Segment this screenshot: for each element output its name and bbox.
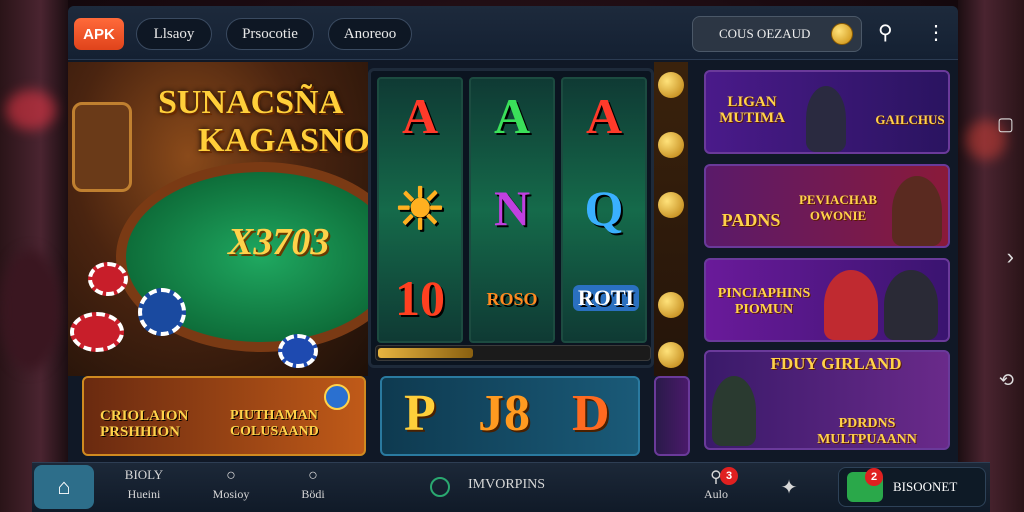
banner-symbol: D	[572, 385, 610, 442]
left-backdrop	[0, 0, 68, 512]
bonus-label: BISOONET	[893, 479, 958, 494]
hero-banner[interactable]: SUNACSÑA KAGASNO X3703	[68, 62, 406, 376]
game-card[interactable]: PADNS PEVIACHAB OWONIE	[704, 164, 950, 248]
chip-icon	[70, 312, 124, 352]
chip-icon	[88, 262, 128, 296]
circle-icon: ○	[226, 467, 236, 484]
bonus-badge: 2	[865, 468, 883, 486]
character-image	[824, 270, 878, 340]
rotate-icon[interactable]: ⟲	[999, 370, 1014, 391]
apk-button[interactable]: APK	[74, 18, 124, 50]
card-subtitle: PEVIACHAB OWONIE	[798, 192, 877, 223]
right-backdrop: ▢ › ⟲	[958, 0, 1024, 512]
reel-symbol: Q	[584, 180, 624, 236]
reel-symbol: A	[585, 88, 623, 144]
more-vert-icon[interactable]: ⋮	[926, 20, 946, 45]
roulette-icon	[72, 102, 132, 192]
nav-item-top: BIOLY	[124, 467, 164, 482]
promo-banner[interactable]: CRIOLAION PRSHHION PIUTHAMAN COLUSAAND	[82, 376, 366, 456]
home-icon[interactable]: ⌂	[34, 465, 94, 509]
coin-stack	[654, 62, 688, 376]
reel-symbol: A	[493, 88, 531, 144]
card-subtitle: PDRDNS MULTPUAANN	[817, 416, 917, 447]
bonus-button[interactable]: 2 BISOONET	[838, 467, 986, 507]
nav-item-label: Aulo	[704, 487, 728, 501]
game-card[interactable]: PINCIAPHINS PIOMUN	[704, 258, 950, 342]
nav-item-label: IMVORPINS	[468, 477, 546, 492]
character-image	[884, 270, 938, 340]
balance-box[interactable]: COUS OEZAUD	[692, 16, 862, 52]
card-title: FDUY GIRLAND	[770, 354, 902, 373]
tab-first[interactable]: Llsaoy	[136, 18, 212, 50]
reel-1: A ☀ 10	[377, 77, 463, 343]
table-number: X3703	[228, 221, 330, 263]
top-bar: APK Llsaoy Prsocotie Anoreoo COUS OEZAUD…	[68, 6, 958, 60]
game-card[interactable]: FDUY GIRLAND PDRDNS MULTPUAANN	[704, 350, 950, 450]
chevron-right-icon[interactable]: ›	[1007, 244, 1014, 270]
banner-subtitle: PIUTHAMAN COLUSAAND	[230, 408, 319, 439]
hero-title-line2: KAGASNO	[198, 122, 370, 159]
card-title: PADNS	[721, 210, 781, 230]
nav-item-second[interactable]: ○ Mosioy	[204, 467, 258, 502]
nav-item-third[interactable]: ○ Bödi	[288, 467, 338, 502]
card-title: PINCIAPHINS PIOMUN	[717, 286, 811, 317]
character-image	[892, 176, 942, 246]
reel-symbol: A	[401, 88, 439, 144]
chip-icon	[138, 288, 186, 336]
circle-icon: ○	[308, 467, 318, 484]
sun-icon: ☀	[394, 177, 446, 242]
hero-title: SUNACSÑA KAGASNO	[158, 84, 370, 160]
app-frame: APK Llsaoy Prsocotie Anoreoo COUS OEZAUD…	[68, 6, 958, 506]
slot-banner[interactable]: P J8 D	[380, 376, 640, 456]
reel-symbol: ROTI	[573, 285, 639, 311]
nav-item-label: Bödi	[301, 487, 325, 501]
search-icon[interactable]: ⚲	[878, 20, 893, 45]
reel-2: A N ROSO	[469, 77, 555, 343]
recent-apps-icon[interactable]: ▢	[997, 114, 1014, 135]
banner-symbol: J8	[478, 385, 530, 442]
game-card[interactable]: LIGAN MUTIMA GAILCHUS	[704, 70, 950, 154]
hero-title-line1: SUNACSÑA	[158, 84, 344, 121]
tab-third[interactable]: Anoreoo	[328, 18, 412, 50]
notification-badge: 3	[720, 467, 738, 485]
character-image	[806, 86, 846, 152]
dice-icon[interactable]: ✦	[774, 475, 804, 500]
reel-symbol: N	[493, 180, 531, 236]
banner-symbol: P	[404, 385, 436, 442]
slot-machine[interactable]: A ☀ 10 A N ROSO A Q ROTI	[368, 68, 654, 368]
nav-item-label: Hueini	[127, 487, 161, 501]
nav-item-label: Mosioy	[212, 487, 250, 501]
promo-banner-partial[interactable]	[654, 376, 690, 456]
coin-icon	[831, 23, 853, 45]
reel-symbol: 10	[395, 270, 445, 326]
slot-progress-fill	[378, 348, 474, 358]
bottom-nav: ⌂ BIOLY Hueini ○ Mosioy ○ Bödi IMVORPINS…	[32, 462, 990, 512]
reel-symbol: ROSO	[486, 289, 538, 309]
chip-icon	[278, 334, 318, 368]
badge-icon	[324, 384, 350, 410]
nav-item-fifth[interactable]: ⚲ 3 Aulo	[696, 467, 738, 502]
reel-3: A Q ROTI	[561, 77, 647, 343]
nav-item-fourth[interactable]: IMVORPINS	[430, 477, 560, 497]
card-subtitle: GAILCHUS	[875, 112, 945, 127]
tab-second[interactable]: Prsocotie	[226, 18, 314, 50]
slot-progress	[375, 345, 651, 361]
balance-label: COUS OEZAUD	[719, 26, 811, 41]
card-title: LIGAN MUTIMA	[719, 94, 785, 126]
nav-item-first[interactable]: BIOLY Hueini	[114, 467, 174, 502]
character-image	[712, 376, 756, 446]
banner-title: CRIOLAION PRSHHION	[100, 408, 189, 440]
circle-icon	[430, 477, 450, 497]
